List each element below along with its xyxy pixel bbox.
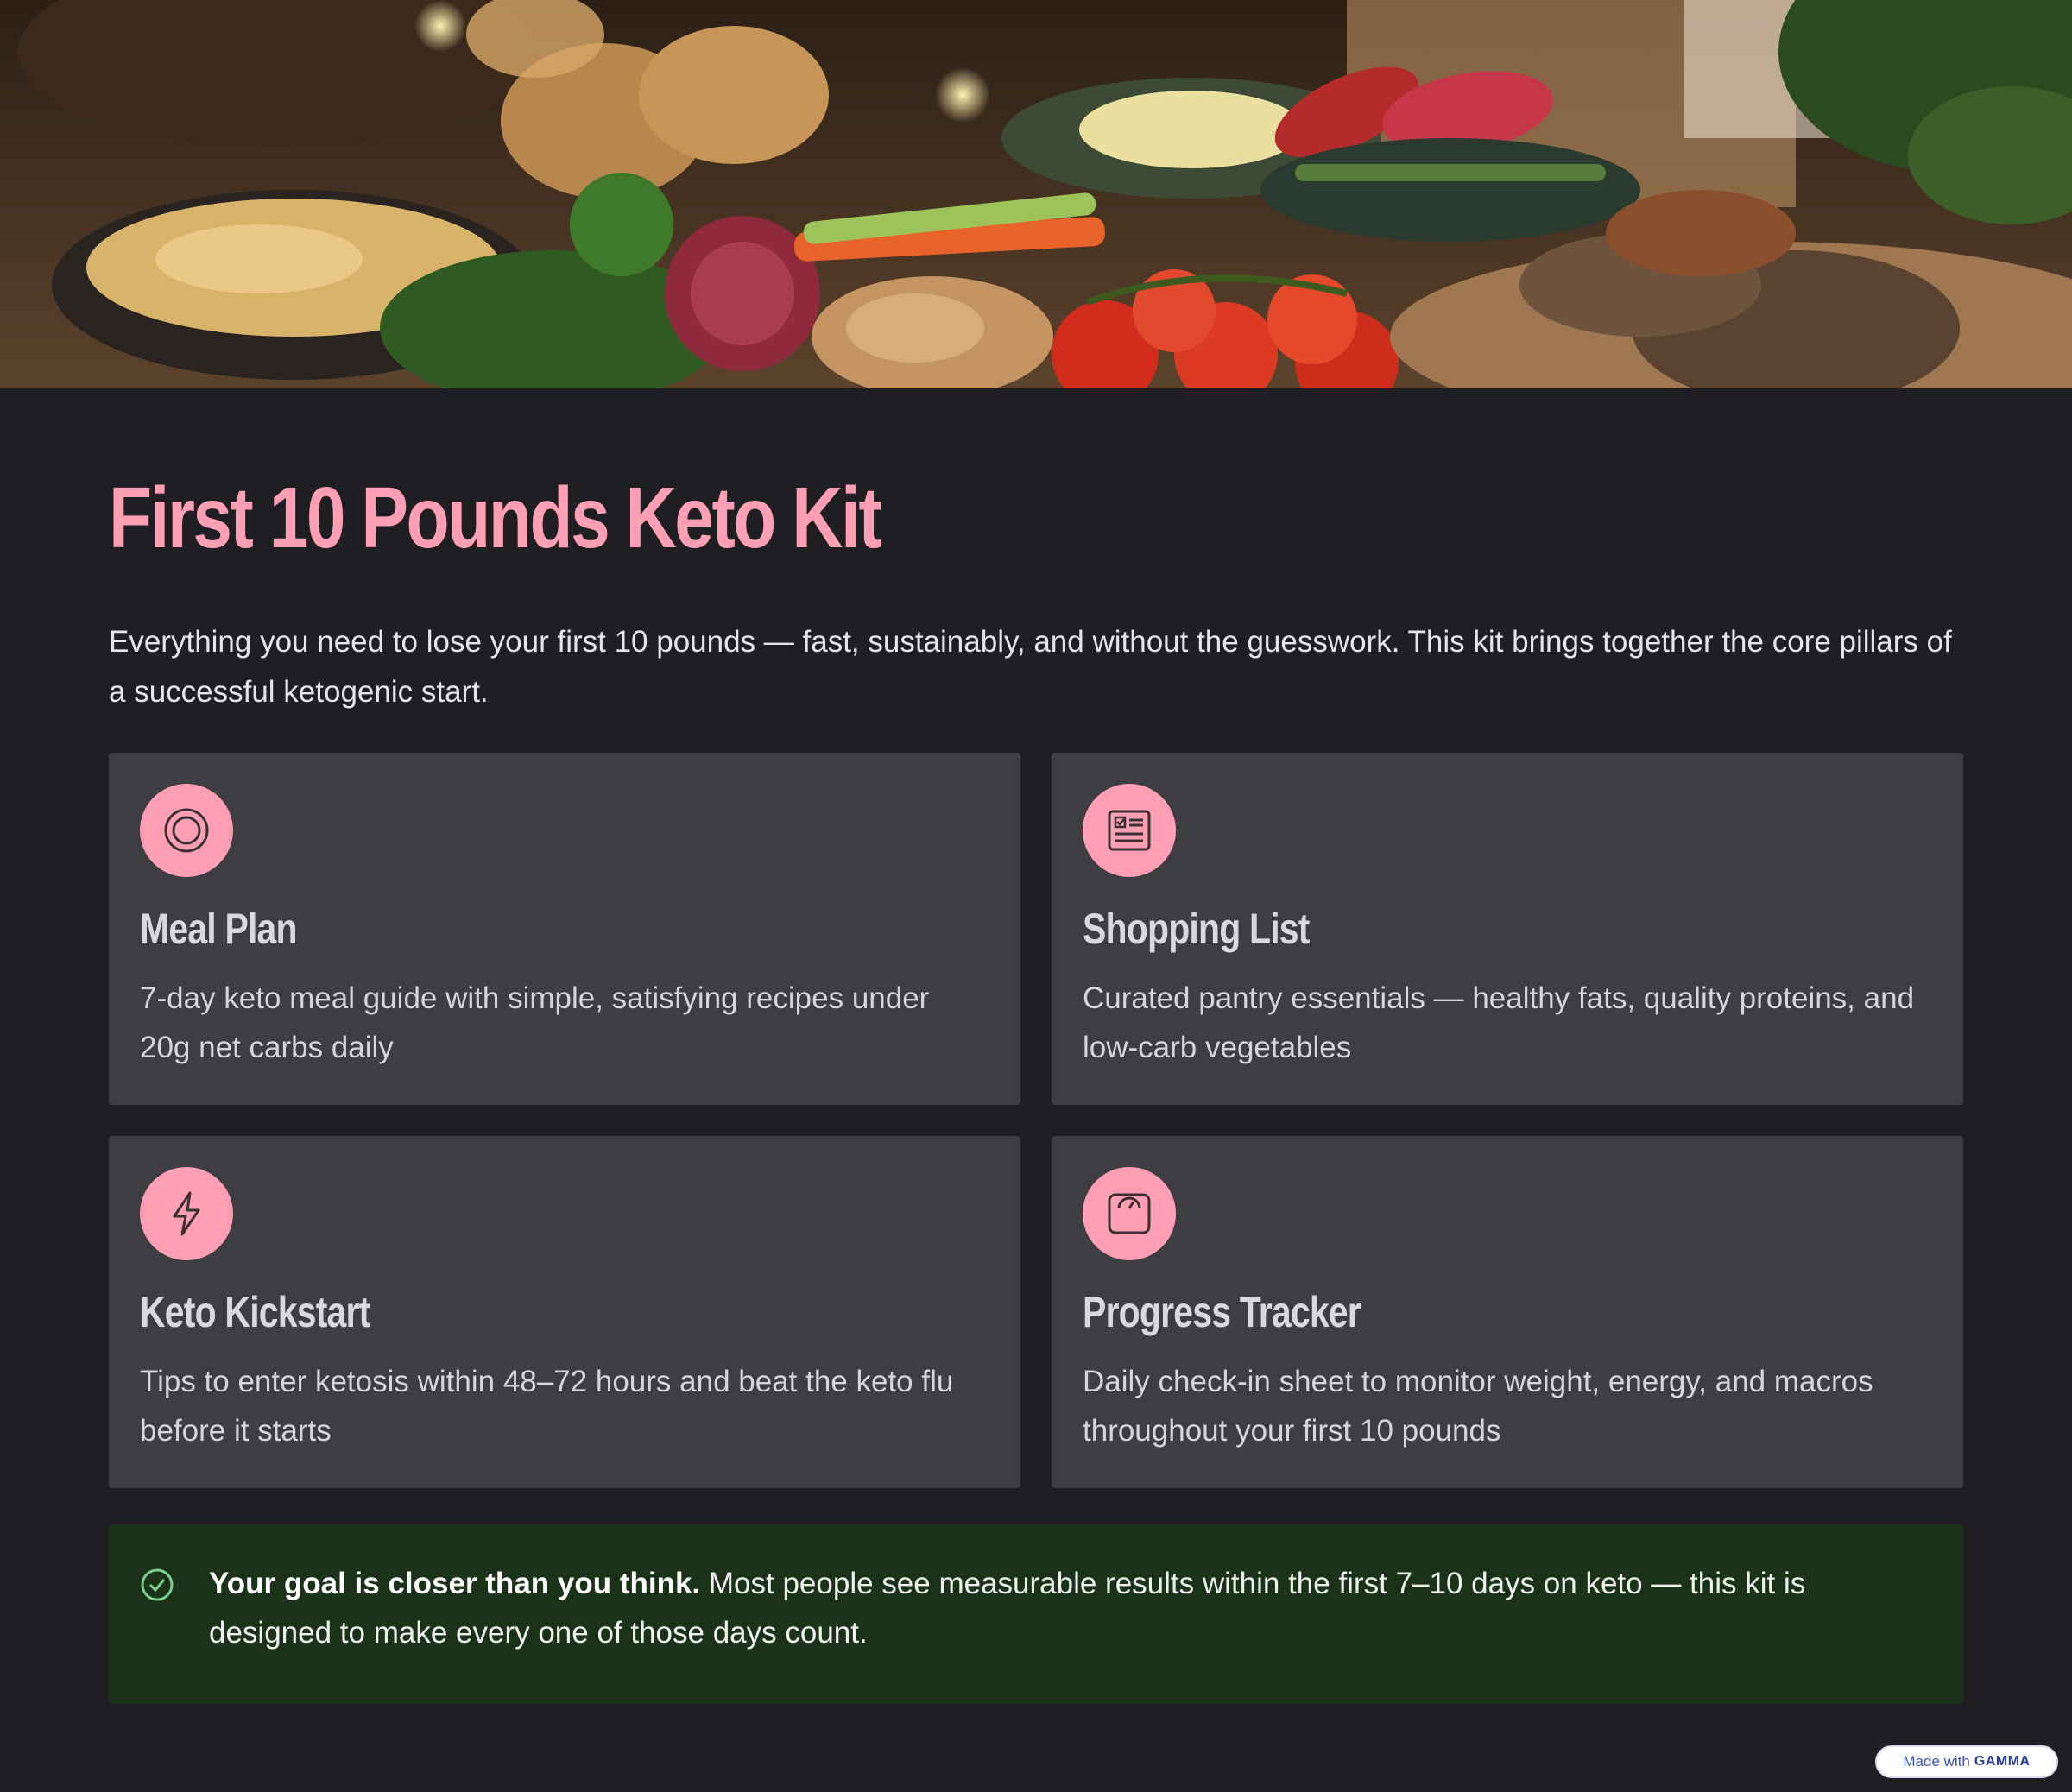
food-photo [0,0,2072,388]
badge-prefix: Made with [1903,1753,1970,1770]
card-keto-kickstart: Keto Kickstart Tips to enter ketosis wit… [109,1136,1020,1488]
card-description: 7-day keto meal guide with simple, satis… [140,981,930,1064]
page-title: First 10 Pounds Keto Kit [109,470,882,566]
card-description: Curated pantry essentials — healthy fats… [1083,981,1915,1064]
hero-image [0,0,2072,388]
card-progress-tracker: Progress Tracker Daily check-in sheet to… [1052,1136,1963,1488]
gamma-logo: GAMMA [1974,1754,2031,1769]
check-circle-icon [141,1568,174,1601]
card-description: Tips to enter ketosis within 48–72 hours… [140,1365,954,1448]
card-title: Keto Kickstart [140,1288,370,1336]
callout-bold: Your goal is closer than you think. [209,1567,701,1600]
checklist-icon [1083,784,1176,877]
card-title: Progress Tracker [1083,1288,1361,1336]
intro-text: Everything you need to lose your first 1… [109,625,1952,709]
lightning-icon [140,1167,233,1260]
callout-text: Your goal is closer than you think. Most… [209,1559,1936,1657]
scale-icon [1083,1167,1176,1260]
plate-icon [140,784,233,877]
goal-callout: Your goal is closer than you think. Most… [109,1524,1963,1704]
card-shopping-list: Shopping List Curated pantry essentials … [1052,753,1963,1105]
card-meal-plan: Meal Plan 7-day keto meal guide with sim… [109,753,1020,1105]
card-title: Shopping List [1083,905,1310,953]
made-with-gamma-badge[interactable]: Made with GAMMA [1875,1745,2058,1778]
card-description: Daily check-in sheet to monitor weight, … [1083,1365,1873,1448]
card-title: Meal Plan [140,905,298,953]
